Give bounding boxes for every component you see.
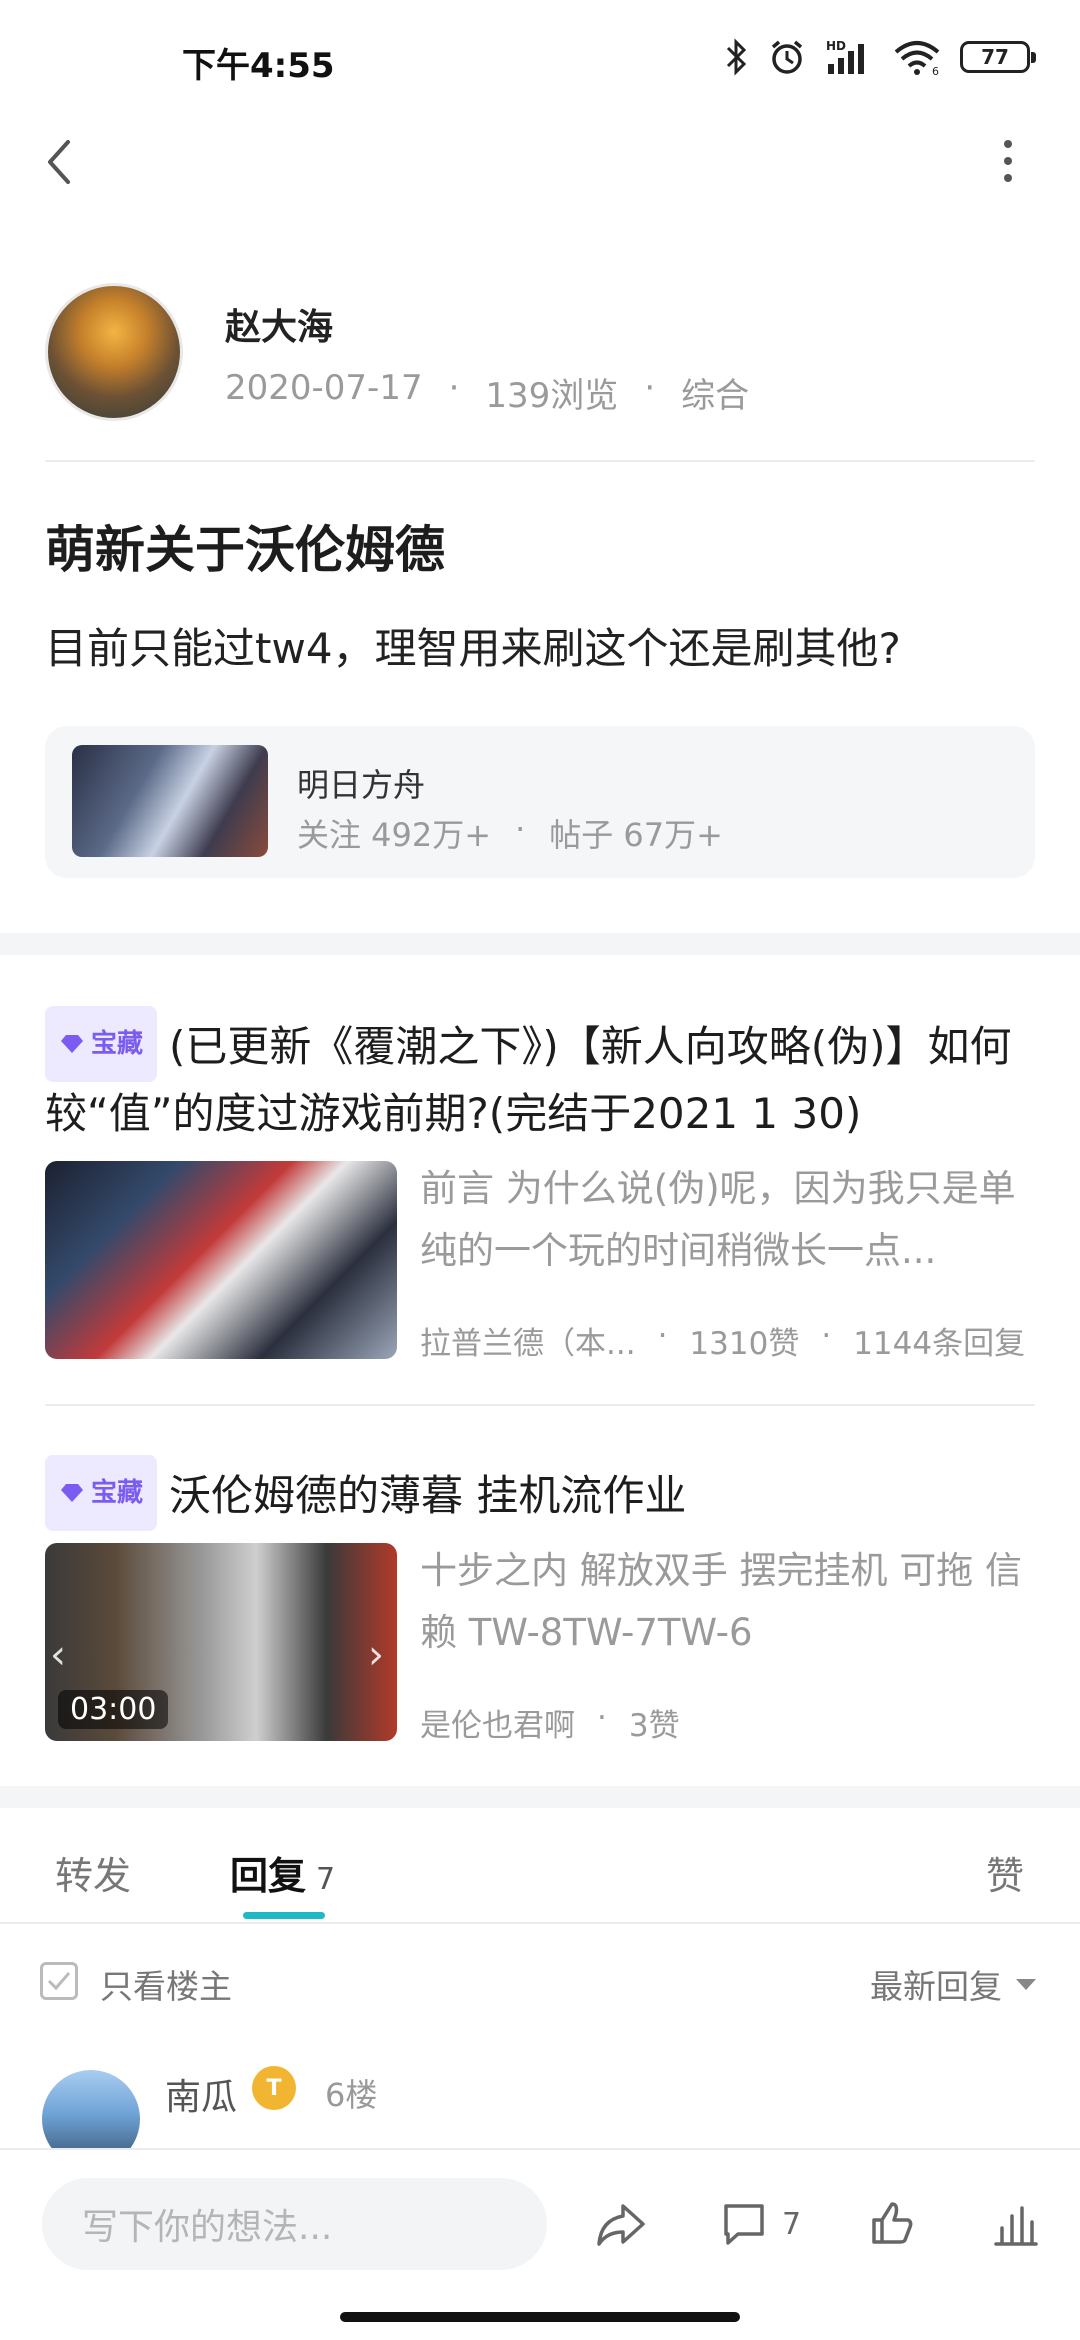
post-body: 目前只能过tw4，理智用来刷这个还是刷其他? xyxy=(45,624,901,673)
gem-icon xyxy=(61,1035,83,1053)
signal-icon: HD xyxy=(826,39,864,74)
stats-icon xyxy=(994,2206,1038,2246)
sort-label: 最新回复 xyxy=(870,1967,1002,2006)
treasure-tag: 宝藏 xyxy=(45,1006,158,1082)
tab-reply-count: 7 xyxy=(316,1862,336,1897)
comment-count: 7 xyxy=(782,2206,802,2242)
share-icon xyxy=(597,2204,645,2246)
forum-stats: 关注 492万+ · 帖子 67万+ xyxy=(297,810,723,856)
chevron-down-icon xyxy=(1016,1978,1036,1990)
section-separator xyxy=(0,933,1080,955)
status-time: 下午4:55 xyxy=(182,46,335,86)
forum-stats-separator: · xyxy=(515,810,526,848)
recommended-post-title[interactable]: 宝藏 (已更新《覆潮之下》)【新人向攻略(伪)】如何较“值”的度过游戏前期?(完… xyxy=(45,1006,1035,1146)
meta-separator: · xyxy=(644,368,656,408)
comment-icon xyxy=(724,2204,764,2245)
battery-icon: 77 xyxy=(960,41,1036,73)
forum-name: 明日方舟 xyxy=(297,766,426,804)
alarm-icon xyxy=(771,40,803,74)
divider xyxy=(45,1404,1035,1406)
gem-icon xyxy=(61,1484,83,1502)
treasure-tag: 宝藏 xyxy=(45,1455,158,1531)
tab-reply[interactable]: 回复 7 xyxy=(230,1845,335,1900)
recommended-excerpt: 前言 为什么说(伪)呢，因为我只是单纯的一个玩的时间稍微长一点... xyxy=(420,1167,1016,1272)
recommended-post-title[interactable]: 宝藏 沃伦姆德的薄暮 挂机流作业 xyxy=(45,1455,1035,1531)
back-icon xyxy=(48,140,70,184)
meta-separator: · xyxy=(657,1318,668,1354)
stats-button[interactable] xyxy=(992,2196,1040,2252)
post-category[interactable]: 综合 xyxy=(681,368,749,417)
only-op-checkbox[interactable] xyxy=(40,1962,78,2000)
recommended-likes: 1310赞 xyxy=(689,1326,800,1362)
more-button[interactable] xyxy=(990,140,1026,200)
like-icon xyxy=(872,2202,913,2244)
hd-label: HD xyxy=(826,39,846,53)
recommended-author: 拉普兰德（本... xyxy=(420,1326,636,1362)
wifi-sub-label: 6 xyxy=(932,65,939,76)
chevron-left-icon: ‹ xyxy=(50,1632,66,1678)
forum-follows: 关注 492万+ xyxy=(297,816,492,854)
chevron-right-icon: › xyxy=(368,1632,384,1678)
divider xyxy=(0,1922,1080,1924)
recommended-likes: 3赞 xyxy=(628,1708,680,1744)
sort-dropdown[interactable]: 最新回复 xyxy=(870,1960,1036,2008)
forum-thumbnail xyxy=(72,745,268,857)
author-meta: 2020-07-17 · 139浏览 · 综合 xyxy=(225,368,749,417)
status-icons: HD 6 77 xyxy=(724,38,1036,76)
comment-input[interactable]: 写下你的想法... xyxy=(42,2178,547,2270)
recommended-replies: 1144条回复 xyxy=(853,1326,1026,1362)
tag-label: 宝藏 xyxy=(91,1478,144,1508)
more-icon xyxy=(1004,140,1012,182)
section-separator xyxy=(0,1786,1080,1808)
tab-forward[interactable]: 转发 xyxy=(55,1845,131,1900)
tab-like[interactable]: 赞 xyxy=(986,1845,1024,1900)
tab-reply-label: 回复 xyxy=(230,1854,307,1898)
bluetooth-icon xyxy=(726,38,747,76)
author-avatar[interactable] xyxy=(45,283,183,421)
wifi-icon: 6 xyxy=(894,41,940,76)
recommended-excerpt: 十步之内 解放双手 摆完挂机 可拖 信赖 TW-8TW-7TW-6 xyxy=(420,1549,1023,1654)
author-name[interactable]: 赵大海 xyxy=(225,298,333,350)
like-button[interactable] xyxy=(868,2196,916,2252)
home-indicator[interactable] xyxy=(340,2312,740,2322)
recommended-author: 是伦也君啊 xyxy=(420,1708,575,1744)
post-date: 2020-07-17 xyxy=(225,368,423,408)
view-count: 139浏览 xyxy=(485,376,619,416)
comment-button[interactable]: 7 xyxy=(720,2196,801,2252)
tag-label: 宝藏 xyxy=(91,1029,144,1059)
forum-posts: 帖子 67万+ xyxy=(549,816,723,854)
commenter-name[interactable]: 南瓜 xyxy=(165,2068,237,2120)
share-button[interactable] xyxy=(595,2196,647,2252)
level-badge-icon: T xyxy=(252,2066,296,2110)
comment-floor: 6楼 xyxy=(325,2076,378,2114)
battery-level: 77 xyxy=(981,45,1009,69)
recommended-meta: 是伦也君啊 · 3赞 xyxy=(420,1700,680,1745)
recommended-meta: 拉普兰德（本... · 1310赞 · 1144条回复 xyxy=(420,1318,1025,1363)
recommended-title-text: (已更新《覆潮之下》)【新人向攻略(伪)】如何较“值”的度过游戏前期?(完结于2… xyxy=(45,1022,1012,1138)
meta-separator: · xyxy=(448,368,460,408)
check-icon xyxy=(47,1972,71,1991)
recommended-title-text: 沃伦姆德的薄暮 挂机流作业 xyxy=(169,1471,687,1520)
meta-separator: · xyxy=(821,1318,832,1354)
divider xyxy=(45,460,1035,462)
post-title: 萌新关于沃伦姆德 xyxy=(45,521,445,579)
back-button[interactable] xyxy=(38,132,82,192)
tab-active-indicator xyxy=(243,1912,325,1919)
recommended-thumbnail[interactable] xyxy=(45,1161,397,1359)
video-duration: 03:00 xyxy=(58,1690,169,1729)
meta-separator: · xyxy=(597,1700,607,1736)
only-op-label[interactable]: 只看楼主 xyxy=(100,1960,232,2008)
